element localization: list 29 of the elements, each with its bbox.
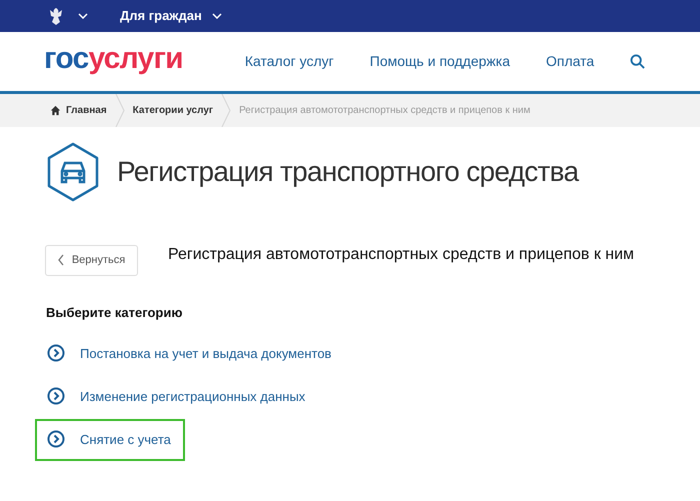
- chevron-circle-icon: [47, 386, 65, 404]
- chevron-circle-icon: [47, 430, 65, 448]
- nav-link[interactable]: Каталог услуг: [244, 51, 334, 72]
- breadcrumb-link[interactable]: Главная: [66, 103, 107, 118]
- logo[interactable]: госуслуги: [44, 44, 183, 74]
- home-icon: [50, 105, 61, 116]
- section-title: Выберите категорию: [45, 304, 184, 322]
- breadcrumb-link[interactable]: Категории услуг: [132, 103, 214, 118]
- category-item[interactable]: Постановка на учет и выдача документов: [35, 332, 338, 374]
- chevron-down-icon: [78, 13, 88, 19]
- category-link[interactable]: Изменение регистрационных данных: [80, 386, 306, 406]
- car-icon: [45, 142, 101, 202]
- back-button[interactable]: Вернуться: [45, 244, 138, 276]
- current-page-label: Регистрация автомототранспортных средств и прицепов к ним: [239, 104, 530, 118]
- nav-link[interactable]: Оплата: [546, 51, 594, 72]
- separator-icon: [221, 94, 232, 127]
- category-item[interactable]: Изменение регистрационных данных: [35, 376, 312, 418]
- subtitle: Регистрация автомототранспортных средств и прицепов к ним: [168, 245, 634, 265]
- chevron-left-icon: [58, 254, 64, 266]
- citizens-menu[interactable]: Для граждан: [120, 6, 222, 26]
- chevron-circle-icon: [47, 344, 65, 362]
- category-link[interactable]: Постановка на учет и выдача документов: [80, 344, 332, 363]
- chevron-down-icon: [212, 13, 222, 19]
- category-link[interactable]: Снятие с учета: [80, 430, 171, 449]
- nav-link[interactable]: Помощь и поддержка: [370, 51, 510, 72]
- category-item[interactable]: Снятие с учета: [35, 418, 185, 460]
- page-title: Регистрация транспортного средства: [117, 155, 578, 189]
- separator-icon: [114, 94, 125, 127]
- search-icon[interactable]: [630, 54, 646, 69]
